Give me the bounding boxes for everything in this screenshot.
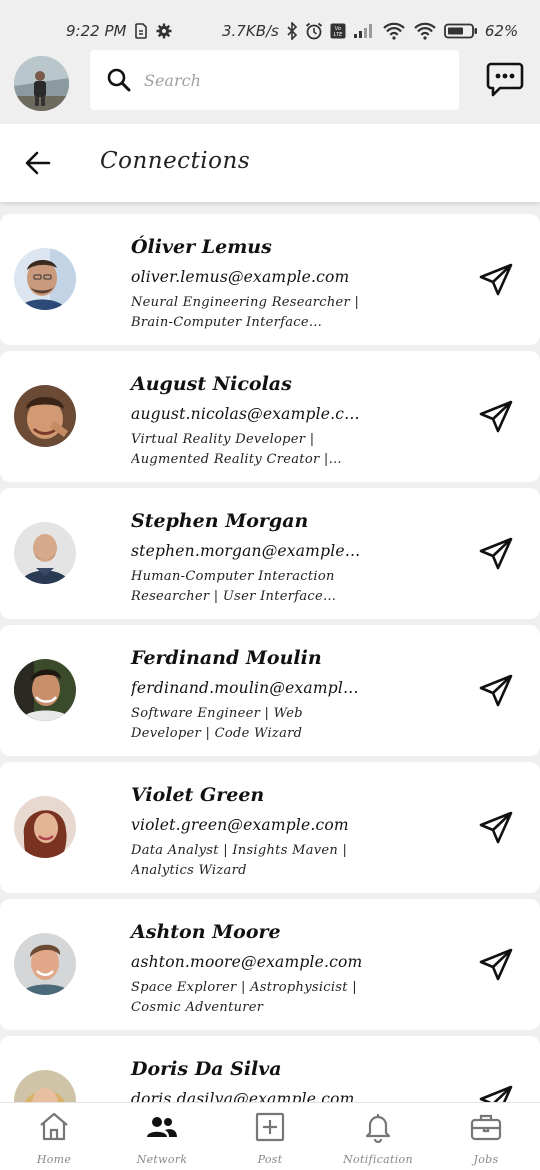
connection-card[interactable]: Doris Da Silva doris.dasilva@example.com xyxy=(0,1036,540,1102)
bell-icon xyxy=(362,1111,394,1144)
back-button[interactable] xyxy=(24,149,52,177)
sim-icon xyxy=(134,23,148,39)
plus-square-icon xyxy=(254,1111,286,1143)
status-time: 9:22 PM xyxy=(66,22,127,40)
nav-network[interactable]: Network xyxy=(108,1103,216,1170)
status-right: 3.7KB/s Vo LTE 62% xyxy=(222,22,518,40)
alarm-icon xyxy=(305,22,323,40)
send-message-button[interactable] xyxy=(478,399,514,435)
connections-list[interactable]: Óliver Lemus oliver.lemus@example.com Ne… xyxy=(0,202,540,1102)
send-message-button[interactable] xyxy=(478,262,514,298)
connection-email: stephen.morgan@example.com xyxy=(131,542,363,560)
avatar[interactable] xyxy=(14,248,76,310)
connection-email: ashton.moore@example.com xyxy=(131,953,363,971)
connection-card[interactable]: Ferdinand Moulin ferdinand.moulin@exampl… xyxy=(0,625,540,756)
avatar[interactable] xyxy=(14,796,76,858)
nav-label: Post xyxy=(257,1153,283,1166)
top-bar xyxy=(0,46,540,124)
settings-gear-icon xyxy=(156,23,172,39)
status-bar: 9:22 PM 3.7KB/s Vo LTE 62% xyxy=(0,0,540,46)
page-header: Connections xyxy=(0,124,540,202)
send-message-button[interactable] xyxy=(478,536,514,572)
connection-email: august.nicolas@example.com xyxy=(131,405,363,423)
connection-email: ferdinand.moulin@example.com xyxy=(131,679,363,697)
connection-name: Ferdinand Moulin xyxy=(131,647,322,669)
profile-avatar[interactable] xyxy=(14,56,69,111)
connection-bio: Neural Engineering Researcher | Brain-Co… xyxy=(131,295,360,330)
connection-name: Doris Da Silva xyxy=(131,1058,282,1080)
wifi-calling-icon xyxy=(382,22,406,40)
send-icon xyxy=(478,674,514,713)
send-message-button[interactable] xyxy=(478,1084,514,1102)
send-icon xyxy=(478,400,514,439)
connection-bio: Data Analyst | Insights Maven | Analytic… xyxy=(131,843,348,878)
home-icon xyxy=(38,1111,70,1143)
signal-icon xyxy=(353,23,375,39)
connection-name: Violet Green xyxy=(131,784,265,806)
battery-percent: 62% xyxy=(484,22,519,40)
connection-card[interactable]: Óliver Lemus oliver.lemus@example.com Ne… xyxy=(0,214,540,345)
messages-button[interactable] xyxy=(486,62,524,98)
avatar[interactable] xyxy=(14,933,76,995)
connection-card[interactable]: August Nicolas august.nicolas@example.co… xyxy=(0,351,540,482)
battery-icon xyxy=(443,23,478,39)
page-title: Connections xyxy=(100,148,251,174)
status-left: 9:22 PM xyxy=(66,22,172,40)
avatar[interactable] xyxy=(14,522,76,584)
connection-name: Ashton Moore xyxy=(131,921,281,943)
search-box xyxy=(90,50,459,110)
nav-label: Jobs xyxy=(473,1153,499,1166)
nav-jobs[interactable]: Jobs xyxy=(432,1103,540,1170)
nav-notification[interactable]: Notification xyxy=(324,1103,432,1170)
bottom-nav: Home Network Post Notification Jobs xyxy=(0,1102,540,1170)
send-icon xyxy=(478,537,514,576)
avatar[interactable] xyxy=(14,385,76,447)
search-icon xyxy=(106,67,132,93)
briefcase-icon xyxy=(470,1111,502,1143)
back-arrow-icon xyxy=(24,151,52,181)
nav-label: Notification xyxy=(343,1153,413,1166)
connection-bio: Space Explorer | Astrophysicist | Cosmic… xyxy=(131,980,357,1015)
connection-email: oliver.lemus@example.com xyxy=(131,268,350,286)
people-icon xyxy=(146,1111,178,1143)
connection-name: Óliver Lemus xyxy=(131,236,272,258)
search-input[interactable] xyxy=(144,64,444,96)
send-message-button[interactable] xyxy=(478,947,514,983)
connection-name: August Nicolas xyxy=(131,373,292,395)
nav-post[interactable]: Post xyxy=(216,1103,324,1170)
connection-bio: Software Engineer | Web Developer | Code… xyxy=(131,706,303,741)
connection-bio: Virtual Reality Developer | Augmented Re… xyxy=(131,432,329,467)
connection-email: doris.dasilva@example.com xyxy=(131,1090,355,1102)
connection-card[interactable]: Stephen Morgan stephen.morgan@example.co… xyxy=(0,488,540,619)
wifi-icon xyxy=(413,22,437,40)
connection-email: violet.green@example.com xyxy=(131,816,349,834)
avatar[interactable] xyxy=(14,659,76,721)
volte-icon: Vo LTE xyxy=(330,23,346,39)
send-message-button[interactable] xyxy=(478,810,514,846)
connection-bio: Human-Computer Interaction Researcher | … xyxy=(131,569,335,604)
send-icon xyxy=(478,948,514,987)
connection-card[interactable]: Violet Green violet.green@example.com Da… xyxy=(0,762,540,893)
nav-home[interactable]: Home xyxy=(0,1103,108,1170)
chat-bubble-icon xyxy=(486,62,524,102)
send-icon xyxy=(478,263,514,302)
svg-text:LTE: LTE xyxy=(334,32,344,38)
send-icon xyxy=(478,811,514,850)
bluetooth-icon xyxy=(286,22,298,40)
nav-label: Network xyxy=(136,1153,188,1166)
connection-card[interactable]: Ashton Moore ashton.moore@example.com Sp… xyxy=(0,899,540,1030)
nav-label: Home xyxy=(36,1153,72,1166)
avatar[interactable] xyxy=(14,1070,76,1102)
send-message-button[interactable] xyxy=(478,673,514,709)
network-speed: 3.7KB/s xyxy=(222,22,279,40)
connection-name: Stephen Morgan xyxy=(131,510,309,532)
